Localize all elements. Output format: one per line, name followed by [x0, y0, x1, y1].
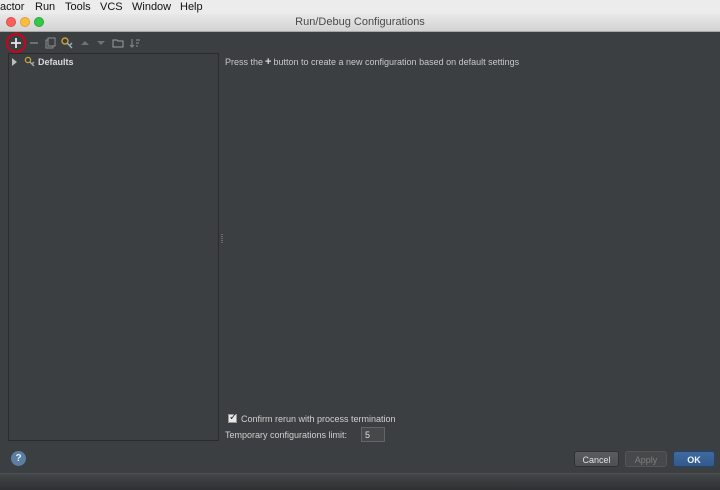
copy-icon[interactable]	[43, 36, 57, 50]
temp-config-limit-row: Temporary configurations limit:	[225, 427, 385, 443]
config-toolbar	[0, 32, 220, 54]
apply-button[interactable]: Apply	[625, 451, 667, 467]
plus-icon: +	[265, 56, 272, 68]
minimize-window-button[interactable]	[20, 17, 30, 27]
add-icon[interactable]	[9, 36, 23, 50]
menu-run[interactable]: Run	[35, 0, 55, 14]
edit-defaults-icon[interactable]	[60, 36, 74, 50]
configurations-tree[interactable]: Defaults	[8, 53, 219, 441]
hint-text-before: Press the	[225, 57, 264, 67]
hint-text-after: button to create a new configuration bas…	[273, 57, 520, 67]
temp-config-limit-label: Temporary configurations limit:	[225, 430, 348, 440]
defaults-wrench-icon	[24, 56, 36, 72]
menu-bar: actor Run Tools VCS Window Help	[0, 0, 720, 15]
window-title: Run/Debug Configurations	[295, 16, 425, 28]
checkmark-icon: ✓	[229, 412, 238, 423]
help-button[interactable]: ?	[11, 451, 26, 466]
tree-item-label: Defaults	[38, 57, 74, 67]
temp-config-limit-input[interactable]	[361, 427, 385, 442]
underlying-window-strip	[0, 473, 720, 490]
confirm-rerun-label: Confirm rerun with process termination	[241, 414, 396, 424]
menu-vcs[interactable]: VCS	[100, 0, 123, 14]
remove-icon[interactable]	[27, 36, 41, 50]
expand-arrow-icon[interactable]	[12, 58, 17, 66]
close-window-button[interactable]	[6, 17, 16, 27]
zoom-window-button[interactable]	[34, 17, 44, 27]
move-down-icon[interactable]	[94, 36, 108, 50]
window-title-bar: Run/Debug Configurations	[0, 14, 720, 32]
sort-icon[interactable]	[128, 36, 142, 50]
menu-window[interactable]: Window	[132, 0, 171, 14]
menu-refactor[interactable]: actor	[0, 0, 24, 14]
panel-splitter-handle[interactable]	[221, 234, 223, 244]
cancel-button[interactable]: Cancel	[574, 451, 619, 467]
empty-config-hint: Press the + button to create a new configu…	[225, 55, 519, 69]
menu-tools[interactable]: Tools	[65, 0, 91, 14]
move-up-icon[interactable]	[78, 36, 92, 50]
ok-button[interactable]: OK	[673, 451, 715, 467]
folder-icon[interactable]	[111, 36, 125, 50]
confirm-rerun-checkbox[interactable]: ✓	[228, 412, 238, 423]
menu-help[interactable]: Help	[180, 0, 203, 14]
